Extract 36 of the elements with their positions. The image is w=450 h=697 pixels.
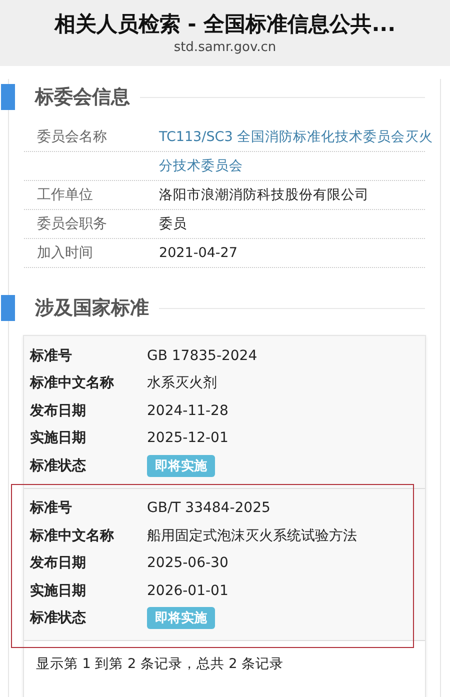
standard-link[interactable]: GB 17835-2024	[147, 348, 258, 364]
field-value: 2025-06-30	[147, 555, 228, 572]
committee-link[interactable]: TC113/SC3 全国消防标准化技术委员会灭火	[159, 128, 434, 146]
field-value: 2024-11-28	[147, 402, 228, 419]
committee-link[interactable]: 分技术委员会	[159, 157, 243, 175]
section-marker	[1, 295, 15, 321]
page-title: 相关人员检索 - 全国标准信息公共...	[54, 11, 396, 38]
field-label: 实施日期	[30, 582, 87, 600]
status-badge: 即将实施	[147, 454, 215, 477]
standard-link[interactable]: GB/T 33484-2025	[147, 500, 270, 516]
field-label: 标准号	[30, 499, 73, 518]
section-marker	[1, 84, 15, 110]
field-label: 工作单位	[36, 186, 94, 204]
field-label: 发布日期	[30, 402, 87, 420]
field-label: 标准状态	[30, 609, 87, 628]
field-label: 标准中文名称	[30, 526, 115, 545]
field-value: 洛阳市浪潮消防科技股份有限公司	[159, 186, 369, 204]
field-label: 标准状态	[30, 456, 87, 475]
section-title: 标委会信息	[35, 85, 130, 110]
field-label: 委员会名称	[36, 128, 108, 146]
field-label: 实施日期	[30, 429, 87, 448]
section-title: 涉及国家标准	[35, 296, 149, 321]
field-value: 2025-12-01	[147, 430, 228, 446]
field-value: 2026-01-01	[147, 582, 228, 599]
pagination-text: 显示第 1 到第 2 条记录，总共 2 条记录	[36, 656, 284, 672]
field-label: 标准中文名称	[30, 374, 115, 392]
status-badge: 即将实施	[147, 607, 215, 630]
field-value: 委员	[159, 215, 187, 233]
field-label: 标准号	[30, 346, 73, 365]
field-label: 委员会职务	[36, 215, 108, 233]
page-url: std.samr.gov.cn	[174, 39, 276, 57]
field-value: 水系灭火剂	[147, 374, 217, 392]
field-value: 船用固定式泡沫灭火系统试验方法	[147, 526, 357, 545]
field-label: 加入时间	[36, 244, 94, 262]
field-value: 2021-04-27	[159, 245, 238, 261]
field-label: 发布日期	[30, 554, 87, 572]
